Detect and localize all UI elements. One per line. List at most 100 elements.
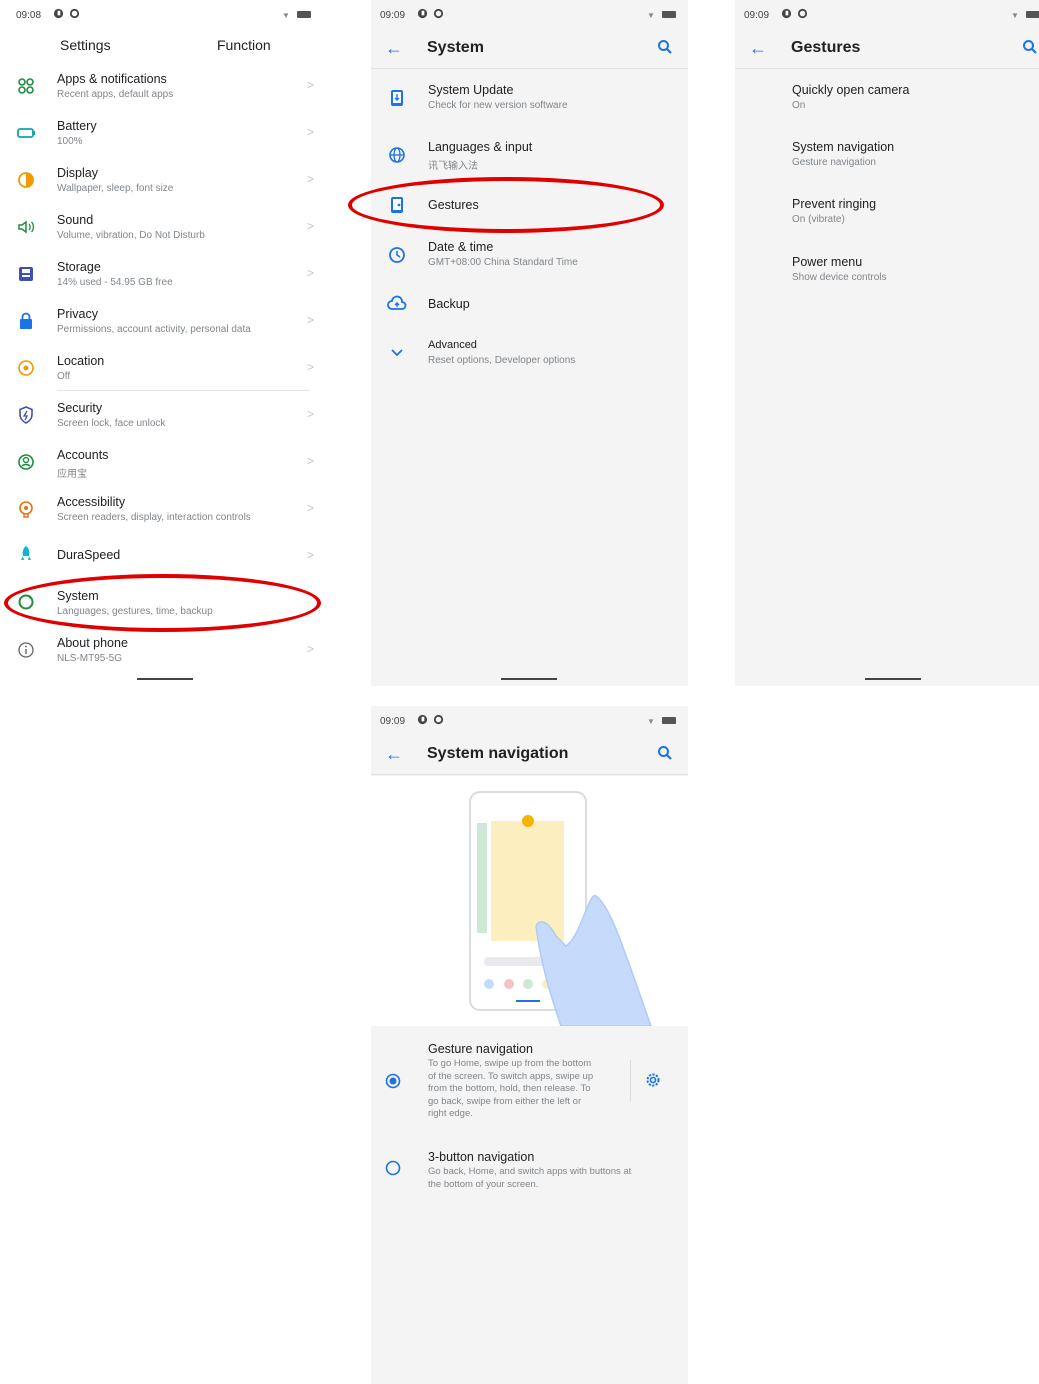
- option-title: Gesture navigation: [428, 1042, 533, 1056]
- wifi-icon: ▼: [1011, 11, 1019, 20]
- divider: [630, 1060, 631, 1102]
- item-subtitle: Gesture navigation: [792, 157, 876, 168]
- item-title: Accessibility: [57, 495, 126, 509]
- item-title: Advanced: [428, 339, 477, 351]
- gear-icon[interactable]: [644, 1071, 662, 1089]
- item-title: DuraSpeed: [57, 548, 121, 562]
- notification-icon: [417, 8, 428, 19]
- settings-item-storage[interactable]: Storage 14% used - 54.95 GB free >: [0, 254, 330, 294]
- status-time: 09:08: [16, 10, 42, 21]
- item-subtitle: On: [792, 100, 806, 111]
- item-title: System navigation: [792, 140, 895, 154]
- item-title: Storage: [57, 260, 101, 274]
- system-item-update[interactable]: System Update Check for new version soft…: [371, 78, 688, 124]
- home-indicator[interactable]: [865, 678, 921, 680]
- item-subtitle: NLS-MT95-5G: [57, 653, 123, 664]
- settings-item-location[interactable]: Location Off >: [0, 348, 330, 388]
- item-subtitle: 应用宝: [57, 469, 87, 480]
- system-item-languages[interactable]: Languages & input 讯飞输入法: [371, 135, 688, 181]
- chevron-right-icon: >: [306, 360, 314, 374]
- tab-settings[interactable]: Settings: [60, 37, 111, 53]
- item-subtitle: 100%: [57, 136, 83, 147]
- globe-icon: [389, 147, 405, 163]
- settings-item-display[interactable]: Display Wallpaper, sleep, font size >: [0, 160, 330, 200]
- search-icon[interactable]: [656, 38, 674, 56]
- option-3-button-navigation[interactable]: 3-button navigation Go back, Home, and s…: [371, 1148, 688, 1198]
- option-title: 3-button navigation: [428, 1150, 535, 1164]
- item-title: Languages & input: [428, 140, 533, 154]
- system-item-date-time[interactable]: Date & time GMT+08:00 China Standard Tim…: [371, 235, 688, 281]
- back-arrow-icon[interactable]: ←: [385, 744, 403, 765]
- battery-status-icon: [1026, 11, 1039, 18]
- item-title: Location: [57, 354, 105, 368]
- system-update-icon: [391, 90, 403, 106]
- gesture-item-power-menu[interactable]: Power menu Show device controls: [735, 250, 1039, 296]
- gesture-item-prevent-ringing[interactable]: Prevent ringing On (vibrate): [735, 192, 1039, 238]
- item-subtitle: Reset options, Developer options: [428, 355, 576, 366]
- description-line: go back, swipe from either the left or: [428, 1095, 582, 1107]
- gesture-item-system-navigation[interactable]: System navigation Gesture navigation: [735, 135, 1039, 181]
- settings-item-privacy[interactable]: Privacy Permissions, account activity, p…: [0, 301, 330, 341]
- accounts-icon: [18, 454, 34, 470]
- item-subtitle: Permissions, account activity, personal …: [57, 324, 251, 335]
- sound-icon: [18, 220, 35, 234]
- item-title: Display: [57, 166, 98, 180]
- item-title: Battery: [57, 119, 97, 133]
- system-item-advanced[interactable]: Advanced Reset options, Developer option…: [371, 334, 688, 374]
- chevron-right-icon: >: [306, 219, 314, 233]
- option-description: To go Home, swipe up from the bottom of …: [428, 1058, 593, 1121]
- chevron-down-icon: [391, 349, 403, 357]
- item-title: About phone: [57, 636, 128, 650]
- item-subtitle: Screen lock, face unlock: [57, 418, 166, 429]
- radio-unselected-icon[interactable]: [385, 1160, 401, 1176]
- description-line: To go Home, swipe up from the bottom: [428, 1058, 592, 1069]
- storage-icon: [19, 267, 33, 281]
- option-gesture-navigation[interactable]: Gesture navigation To go Home, swipe up …: [371, 1040, 688, 1130]
- settings-item-apps[interactable]: Apps & notifications Recent apps, defaul…: [0, 66, 330, 106]
- settings-item-accessibility[interactable]: Accessibility Screen readers, display, i…: [0, 489, 330, 529]
- item-title: Quickly open camera: [792, 83, 910, 97]
- description-line: Go back, Home, and switch apps with butt…: [428, 1166, 632, 1177]
- backup-icon: [387, 295, 407, 310]
- search-icon[interactable]: [656, 744, 674, 762]
- page-title: Gestures: [791, 39, 861, 56]
- security-icon: [19, 406, 33, 424]
- search-icon[interactable]: [1021, 38, 1039, 56]
- display-icon: [18, 172, 34, 188]
- back-arrow-icon[interactable]: ←: [385, 38, 403, 59]
- settings-item-security[interactable]: Security Screen lock, face unlock >: [0, 395, 330, 435]
- item-title: Apps & notifications: [57, 72, 167, 86]
- status-bar: 09:09 ▼: [735, 0, 1039, 30]
- chevron-right-icon: >: [306, 454, 314, 468]
- item-title: Privacy: [57, 307, 98, 321]
- item-subtitle: Off: [57, 371, 71, 382]
- item-subtitle: Show device controls: [792, 272, 887, 283]
- chevron-right-icon: >: [306, 407, 314, 421]
- chevron-right-icon: >: [306, 266, 314, 280]
- sync-icon: [69, 8, 80, 19]
- sync-icon: [433, 714, 444, 725]
- settings-item-duraspeed[interactable]: DuraSpeed >: [0, 536, 330, 576]
- app-bar: ← Gestures: [735, 30, 1039, 69]
- settings-item-accounts[interactable]: Accounts 应用宝 >: [0, 442, 330, 482]
- settings-item-battery[interactable]: Battery 100% >: [0, 113, 330, 153]
- description-line: from the bottom, hold, then release. To: [428, 1083, 591, 1094]
- wifi-icon: ▼: [647, 717, 655, 726]
- item-subtitle: 14% used - 54.95 GB free: [57, 277, 173, 288]
- system-item-backup[interactable]: Backup: [371, 292, 688, 322]
- back-arrow-icon[interactable]: ←: [749, 38, 767, 59]
- item-subtitle: Check for new version software: [428, 100, 568, 111]
- tab-function[interactable]: Function: [217, 37, 271, 53]
- status-bar: 09:09 ▼: [371, 0, 688, 30]
- home-indicator[interactable]: [501, 678, 557, 680]
- item-subtitle: Volume, vibration, Do Not Disturb: [57, 230, 205, 241]
- home-indicator[interactable]: [137, 678, 193, 680]
- item-subtitle: Recent apps, default apps: [57, 89, 174, 100]
- settings-item-about-phone[interactable]: About phone NLS-MT95-5G >: [0, 630, 330, 670]
- gesture-item-camera[interactable]: Quickly open camera On: [735, 78, 1039, 124]
- chevron-right-icon: >: [306, 313, 314, 327]
- settings-item-sound[interactable]: Sound Volume, vibration, Do Not Disturb …: [0, 207, 330, 247]
- accessibility-icon: [19, 501, 33, 518]
- battery-icon: [17, 128, 35, 138]
- radio-selected-icon[interactable]: [385, 1073, 401, 1089]
